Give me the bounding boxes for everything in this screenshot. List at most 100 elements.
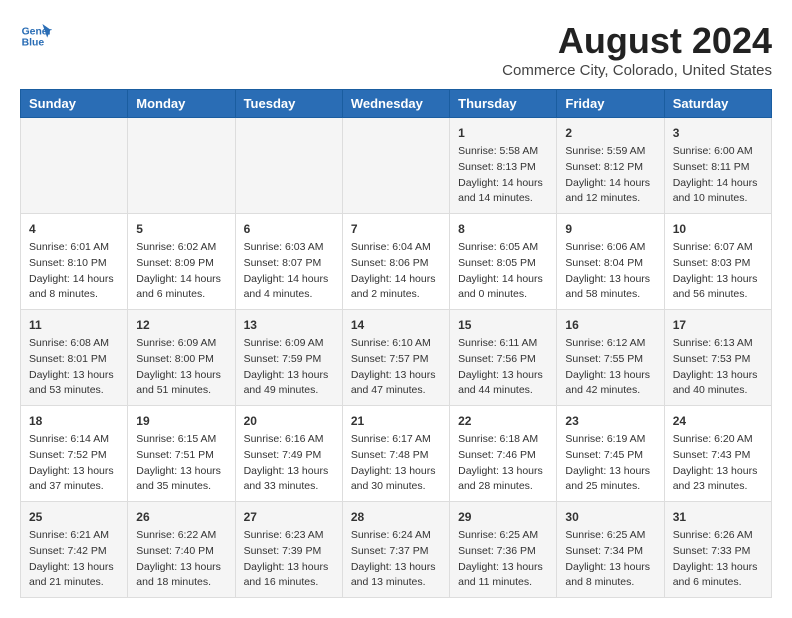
- day-content: Daylight: 13 hours and 56 minutes.: [673, 272, 763, 304]
- day-content: Sunset: 8:03 PM: [673, 256, 763, 272]
- day-content: Daylight: 13 hours and 6 minutes.: [673, 560, 763, 592]
- svg-text:Blue: Blue: [22, 38, 45, 49]
- day-number: 17: [673, 316, 763, 334]
- day-number: 2: [565, 124, 655, 142]
- table-row: 9Sunrise: 6:06 AMSunset: 8:04 PMDaylight…: [557, 214, 664, 310]
- day-content: Sunset: 8:04 PM: [565, 256, 655, 272]
- day-content: Sunset: 8:07 PM: [244, 256, 334, 272]
- day-content: Sunrise: 6:11 AM: [458, 336, 548, 352]
- day-content: Daylight: 13 hours and 16 minutes.: [244, 560, 334, 592]
- day-number: 12: [136, 316, 226, 334]
- day-number: 26: [136, 508, 226, 526]
- day-content: Sunrise: 6:14 AM: [29, 432, 119, 448]
- day-content: Sunrise: 6:25 AM: [458, 528, 548, 544]
- day-number: 23: [565, 412, 655, 430]
- day-number: 30: [565, 508, 655, 526]
- day-number: 11: [29, 316, 119, 334]
- day-content: Sunset: 7:57 PM: [351, 352, 441, 368]
- day-number: 9: [565, 220, 655, 238]
- calendar-week-row: 1Sunrise: 5:58 AMSunset: 8:13 PMDaylight…: [21, 118, 772, 214]
- day-content: Sunrise: 6:23 AM: [244, 528, 334, 544]
- day-content: Daylight: 13 hours and 37 minutes.: [29, 464, 119, 496]
- day-content: Sunset: 7:48 PM: [351, 448, 441, 464]
- table-row: 13Sunrise: 6:09 AMSunset: 7:59 PMDayligh…: [235, 310, 342, 406]
- day-number: 4: [29, 220, 119, 238]
- table-row: [128, 118, 235, 214]
- table-row: 10Sunrise: 6:07 AMSunset: 8:03 PMDayligh…: [664, 214, 771, 310]
- table-row: 22Sunrise: 6:18 AMSunset: 7:46 PMDayligh…: [450, 406, 557, 502]
- table-row: 25Sunrise: 6:21 AMSunset: 7:42 PMDayligh…: [21, 502, 128, 598]
- table-row: 15 Sunrise: 6:11 AMSunset: 7:56 PMDayligh…: [450, 310, 557, 406]
- day-content: Sunrise: 6:09 AM: [244, 336, 334, 352]
- table-row: 23 Sunrise: 6:19 AMSunset: 7:45 PMDayligh…: [557, 406, 664, 502]
- table-row: 6Sunrise: 6:03 AMSunset: 8:07 PMDaylight…: [235, 214, 342, 310]
- day-content: Sunrise: 6:26 AM: [673, 528, 763, 544]
- calendar-week-row: 18Sunrise: 6:14 AMSunset: 7:52 PMDayligh…: [21, 406, 772, 502]
- header: General Blue August 2024 Commerce City, …: [20, 20, 772, 79]
- table-row: 14Sunrise: 6:10 AMSunset: 7:57 PMDayligh…: [342, 310, 449, 406]
- logo-icon: General Blue: [20, 20, 52, 52]
- day-content: Sunset: 7:45 PM: [565, 448, 655, 464]
- day-content: Sunset: 7:46 PM: [458, 448, 548, 464]
- day-content: Daylight: 13 hours and 21 minutes.: [29, 560, 119, 592]
- table-row: 31Sunrise: 6:26 AMSunset: 7:33 PMDayligh…: [664, 502, 771, 598]
- day-number: 28: [351, 508, 441, 526]
- day-content: Daylight: 13 hours and 23 minutes.: [673, 464, 763, 496]
- day-content: Daylight: 13 hours and 33 minutes.: [244, 464, 334, 496]
- day-content: Sunrise: 6:09 AM: [136, 336, 226, 352]
- day-content: Daylight: 14 hours and 6 minutes.: [136, 272, 226, 304]
- day-content: Sunrise: 6:01 AM: [29, 240, 119, 256]
- day-content: Sunrise: 6:25 AM: [565, 528, 655, 544]
- day-number: 7: [351, 220, 441, 238]
- calendar-week-row: 25Sunrise: 6:21 AMSunset: 7:42 PMDayligh…: [21, 502, 772, 598]
- day-content: Sunrise: 6:21 AM: [29, 528, 119, 544]
- day-content: Daylight: 13 hours and 11 minutes.: [458, 560, 548, 592]
- day-content: Sunrise: 6:03 AM: [244, 240, 334, 256]
- day-number: 15: [458, 316, 548, 334]
- day-content: Sunrise: 6:04 AM: [351, 240, 441, 256]
- calendar-week-row: 4Sunrise: 6:01 AMSunset: 8:10 PMDaylight…: [21, 214, 772, 310]
- day-content: Sunset: 8:01 PM: [29, 352, 119, 368]
- day-number: 14: [351, 316, 441, 334]
- day-content: Sunrise: 6:12 AM: [565, 336, 655, 352]
- day-content: Sunrise: 6:05 AM: [458, 240, 548, 256]
- day-content: Daylight: 13 hours and 18 minutes.: [136, 560, 226, 592]
- day-content: Sunrise: 6:19 AM: [565, 432, 655, 448]
- day-number: 27: [244, 508, 334, 526]
- calendar-table: Sunday Monday Tuesday Wednesday Thursday…: [20, 89, 772, 598]
- day-number: 24: [673, 412, 763, 430]
- day-number: 29: [458, 508, 548, 526]
- table-row: 1Sunrise: 5:58 AMSunset: 8:13 PMDaylight…: [450, 118, 557, 214]
- table-row: 7Sunrise: 6:04 AMSunset: 8:06 PMDaylight…: [342, 214, 449, 310]
- col-sunday: Sunday: [21, 90, 128, 118]
- day-number: 13: [244, 316, 334, 334]
- table-row: [235, 118, 342, 214]
- col-wednesday: Wednesday: [342, 90, 449, 118]
- day-content: Daylight: 13 hours and 44 minutes.: [458, 368, 548, 400]
- calendar-header-row: Sunday Monday Tuesday Wednesday Thursday…: [21, 90, 772, 118]
- day-content: Sunrise: 6:20 AM: [673, 432, 763, 448]
- day-content: Sunset: 7:40 PM: [136, 544, 226, 560]
- day-content: Daylight: 13 hours and 40 minutes.: [673, 368, 763, 400]
- calendar-week-row: 11 Sunrise: 6:08 AMSunset: 8:01 PM Dayligh…: [21, 310, 772, 406]
- day-content: Sunrise: 6:08 AM: [29, 336, 119, 352]
- day-content: Sunrise: 5:59 AM: [565, 144, 655, 160]
- day-number: 25: [29, 508, 119, 526]
- table-row: 27Sunrise: 6:23 AMSunset: 7:39 PMDayligh…: [235, 502, 342, 598]
- day-number: 3: [673, 124, 763, 142]
- day-content: Daylight: 13 hours and 47 minutes.: [351, 368, 441, 400]
- table-row: 17Sunrise: 6:13 AMSunset: 7:53 PMDayligh…: [664, 310, 771, 406]
- day-content: Sunset: 7:33 PM: [673, 544, 763, 560]
- day-content: Sunset: 7:56 PM: [458, 352, 548, 368]
- day-content: Daylight: 13 hours and 35 minutes.: [136, 464, 226, 496]
- table-row: 21Sunrise: 6:17 AMSunset: 7:48 PMDayligh…: [342, 406, 449, 502]
- table-row: 24Sunrise: 6:20 AMSunset: 7:43 PMDayligh…: [664, 406, 771, 502]
- day-number: 22: [458, 412, 548, 430]
- day-content: Daylight: 13 hours and 25 minutes.: [565, 464, 655, 496]
- day-content: Daylight: 13 hours and 51 minutes.: [136, 368, 226, 400]
- day-number: 19: [136, 412, 226, 430]
- table-row: 20Sunrise: 6:16 AMSunset: 7:49 PMDayligh…: [235, 406, 342, 502]
- day-content: Sunrise: 6:17 AM: [351, 432, 441, 448]
- col-saturday: Saturday: [664, 90, 771, 118]
- day-content: Sunset: 7:53 PM: [673, 352, 763, 368]
